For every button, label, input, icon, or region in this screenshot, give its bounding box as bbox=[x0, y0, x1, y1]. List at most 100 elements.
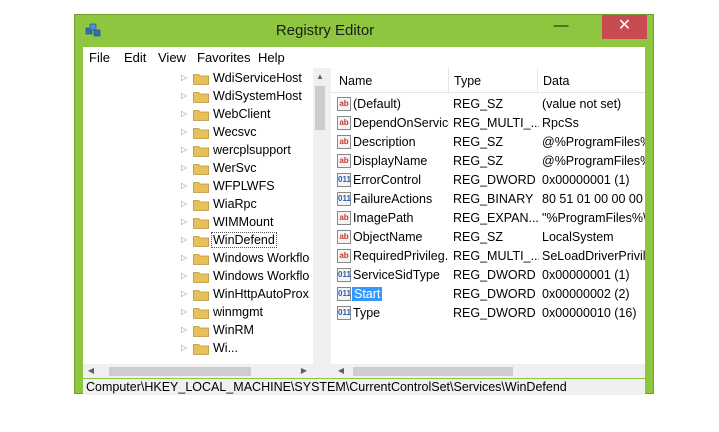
tree-item[interactable]: ▷ WiaRpc bbox=[83, 196, 327, 214]
tree-item-label: Windows Workflo bbox=[213, 251, 310, 265]
value-name: DisplayName bbox=[353, 154, 428, 168]
expand-arrow-icon[interactable]: ▷ bbox=[181, 307, 189, 317]
tree-item[interactable]: ▷ Wecsvc bbox=[83, 124, 327, 142]
binary-value-icon: 011 bbox=[337, 173, 351, 187]
tree-item[interactable]: ▷ WdiServiceHost bbox=[83, 70, 327, 88]
tree-horizontal-scrollbar[interactable]: ◀ ▶ bbox=[83, 364, 327, 378]
tree-item[interactable]: ▷ WinDefend bbox=[83, 232, 327, 250]
expand-arrow-icon[interactable]: ▷ bbox=[181, 235, 189, 245]
close-button[interactable]: ✕ bbox=[602, 15, 647, 39]
tree-item-label: WinRM bbox=[213, 323, 254, 337]
minimize-button[interactable]: — bbox=[542, 15, 580, 39]
title-bar[interactable]: Registry Editor — ✕ bbox=[75, 15, 653, 46]
menu-view[interactable]: View bbox=[158, 50, 186, 65]
column-header-name[interactable]: Name bbox=[339, 74, 372, 88]
string-value-icon: ab bbox=[337, 211, 351, 225]
value-data: @%ProgramFiles% bbox=[542, 135, 645, 149]
column-divider[interactable] bbox=[448, 68, 449, 92]
column-header-data[interactable]: Data bbox=[543, 74, 569, 88]
tree-item-label: WdiSystemHost bbox=[213, 89, 302, 103]
value-row[interactable]: ab DependOnService REG_MULTI_... RpcSs bbox=[331, 114, 645, 133]
value-data: (value not set) bbox=[542, 97, 622, 111]
tree-item-label: winmgmt bbox=[213, 305, 264, 319]
expand-arrow-icon[interactable]: ▷ bbox=[181, 343, 189, 353]
scroll-left-arrow-icon[interactable]: ◀ bbox=[336, 366, 346, 376]
tree-item-label: WinDefend bbox=[211, 232, 277, 248]
folder-icon bbox=[193, 218, 209, 229]
tree-item[interactable]: ▷ WdiSystemHost bbox=[83, 88, 327, 106]
expand-arrow-icon[interactable]: ▷ bbox=[181, 253, 189, 263]
value-row[interactable]: ab DisplayName REG_SZ @%ProgramFiles% bbox=[331, 152, 645, 171]
tree-horizontal-scroll-thumb[interactable] bbox=[109, 367, 251, 376]
column-divider[interactable] bbox=[537, 68, 538, 92]
value-row[interactable]: 011 FailureActions REG_BINARY 80 51 01 00 0… bbox=[331, 190, 645, 209]
expand-arrow-icon[interactable]: ▷ bbox=[181, 199, 189, 209]
expand-arrow-icon[interactable]: ▷ bbox=[181, 217, 189, 227]
folder-icon bbox=[193, 128, 209, 139]
tree-item[interactable]: ▷ winmgmt bbox=[83, 304, 327, 322]
expand-arrow-icon[interactable]: ▷ bbox=[181, 271, 189, 281]
value-row[interactable]: 011 ServiceSidType REG_DWORD 0x00000001 (1) bbox=[331, 266, 645, 285]
menu-help[interactable]: Help bbox=[258, 50, 285, 65]
scroll-right-arrow-icon[interactable]: ▶ bbox=[299, 366, 309, 376]
expand-arrow-icon[interactable]: ▷ bbox=[181, 181, 189, 191]
value-name: ObjectName bbox=[353, 230, 423, 244]
expand-arrow-icon[interactable]: ▷ bbox=[181, 325, 189, 335]
expand-arrow-icon[interactable]: ▷ bbox=[181, 73, 189, 83]
expand-arrow-icon[interactable]: ▷ bbox=[181, 289, 189, 299]
value-row[interactable]: 011 Start REG_DWORD 0x00000002 (2) bbox=[331, 285, 645, 304]
folder-icon bbox=[193, 164, 209, 175]
window-title: Registry Editor bbox=[275, 22, 375, 39]
value-row[interactable]: 011 Type REG_DWORD 0x00000010 (16) bbox=[331, 304, 645, 323]
tree-item[interactable]: ▷ WIMMount bbox=[83, 214, 327, 232]
expand-arrow-icon[interactable]: ▷ bbox=[181, 109, 189, 119]
binary-value-icon: 011 bbox=[337, 306, 351, 320]
value-name: Start bbox=[352, 287, 383, 301]
tree-item[interactable]: ▷ wercplsupport bbox=[83, 142, 327, 160]
value-row[interactable]: ab ObjectName REG_SZ LocalSystem bbox=[331, 228, 645, 247]
tree-item[interactable]: ▷ Windows Workflo bbox=[83, 250, 327, 268]
string-value-icon: ab bbox=[337, 249, 351, 263]
values-list-pane[interactable]: Name Type Data ab (Default) REG_SZ (value n… bbox=[331, 68, 645, 378]
value-type: REG_MULTI_... bbox=[453, 249, 539, 263]
folder-icon bbox=[193, 290, 209, 301]
folder-icon bbox=[193, 146, 209, 157]
tree-item[interactable]: ▷ Wi... bbox=[83, 340, 327, 358]
tree-item[interactable]: ▷ WFPLWFS bbox=[83, 178, 327, 196]
tree-item-label: Windows Workflo bbox=[213, 269, 310, 283]
list-header: Name Type Data bbox=[331, 68, 645, 93]
tree-item[interactable]: ▷ Windows Workflo bbox=[83, 268, 327, 286]
tree-item[interactable]: ▷ WerSvc bbox=[83, 160, 327, 178]
tree-item[interactable]: ▷ WinRM bbox=[83, 322, 327, 340]
value-type: REG_DWORD bbox=[453, 173, 536, 187]
value-row[interactable]: ab RequiredPrivileg... REG_MULTI_... SeLoad… bbox=[331, 247, 645, 266]
column-header-type[interactable]: Type bbox=[454, 74, 481, 88]
tree-item[interactable]: ▷ WebClient bbox=[83, 106, 327, 124]
expand-arrow-icon[interactable]: ▷ bbox=[181, 127, 189, 137]
value-row[interactable]: ab ImagePath REG_EXPAN... "%ProgramFiles%\ bbox=[331, 209, 645, 228]
value-row[interactable]: ab (Default) REG_SZ (value not set) bbox=[331, 95, 645, 114]
value-name: Description bbox=[353, 135, 416, 149]
key-tree-pane[interactable]: ▷ WdiServiceHost ▷ WdiSystemHost ▷ WebClient ▷… bbox=[83, 68, 327, 378]
scroll-left-arrow-icon[interactable]: ◀ bbox=[86, 366, 96, 376]
value-type: REG_DWORD bbox=[453, 287, 536, 301]
list-horizontal-scrollbar[interactable]: ◀ bbox=[331, 364, 645, 378]
menu-edit[interactable]: Edit bbox=[124, 50, 146, 65]
status-path: Computer\HKEY_LOCAL_MACHINE\SYSTEM\Curre… bbox=[86, 380, 567, 394]
menu-favorites[interactable]: Favorites bbox=[197, 50, 250, 65]
expand-arrow-icon[interactable]: ▷ bbox=[181, 163, 189, 173]
scroll-up-arrow-icon[interactable]: ▲ bbox=[315, 72, 325, 82]
tree-vertical-scroll-thumb[interactable] bbox=[315, 86, 325, 130]
expand-arrow-icon[interactable]: ▷ bbox=[181, 145, 189, 155]
tree-item-label: Wi... bbox=[213, 341, 238, 355]
value-row[interactable]: ab Description REG_SZ @%ProgramFiles% bbox=[331, 133, 645, 152]
string-value-icon: ab bbox=[337, 230, 351, 244]
expand-arrow-icon[interactable]: ▷ bbox=[181, 91, 189, 101]
value-name: RequiredPrivileg... bbox=[353, 249, 449, 263]
value-row[interactable]: 011 ErrorControl REG_DWORD 0x00000001 (1) bbox=[331, 171, 645, 190]
menu-file[interactable]: File bbox=[89, 50, 110, 65]
tree-item[interactable]: ▷ WinHttpAutoProx bbox=[83, 286, 327, 304]
tree-vertical-scrollbar[interactable]: ▲ bbox=[313, 68, 327, 364]
list-horizontal-scroll-thumb[interactable] bbox=[353, 367, 513, 376]
tree-item-label: WinHttpAutoProx bbox=[213, 287, 309, 301]
